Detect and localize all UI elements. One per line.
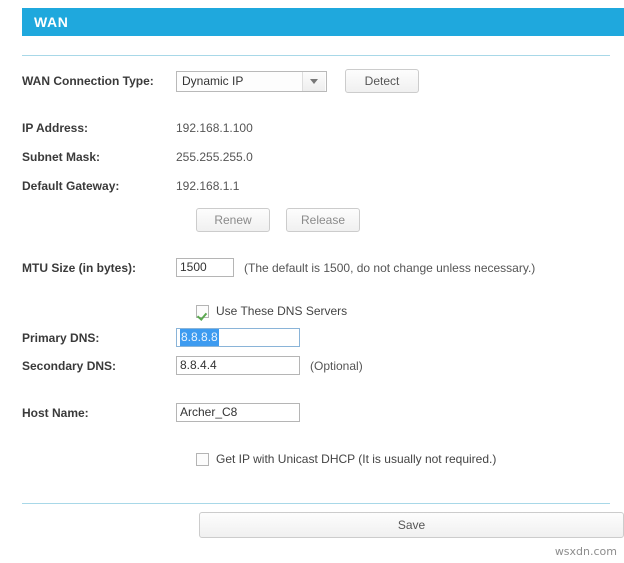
save-button[interactable]: Save xyxy=(199,512,624,538)
row-default-gateway: Default Gateway: 192.168.1.1 xyxy=(0,175,624,196)
wan-settings-page: WAN WAN Connection Type: Dynamic IP Dete… xyxy=(0,0,624,563)
page-header-bar: WAN xyxy=(22,8,624,36)
primary-dns-value: 8.8.8.8 xyxy=(180,329,219,346)
secondary-dns-label: Secondary DNS: xyxy=(22,358,117,373)
release-button[interactable]: Release xyxy=(286,208,360,232)
secondary-dns-input[interactable]: 8.8.4.4 xyxy=(176,356,300,375)
row-dhcp-actions: Renew Release xyxy=(0,208,624,232)
ip-address-value: 192.168.1.100 xyxy=(176,120,253,135)
default-gateway-label: Default Gateway: xyxy=(22,178,120,193)
wan-form: WAN Connection Type: Dynamic IP Detect I… xyxy=(0,56,624,466)
wan-connection-type-value: Dynamic IP xyxy=(182,74,244,88)
footer-divider xyxy=(22,503,610,504)
unicast-dhcp-checkbox[interactable] xyxy=(196,452,209,466)
mtu-size-note: (The default is 1500, do not change unle… xyxy=(244,260,536,275)
host-name-label: Host Name: xyxy=(22,405,89,420)
detect-button[interactable]: Detect xyxy=(345,69,419,93)
row-host-name: Host Name: Archer_C8 xyxy=(0,402,624,423)
row-use-dns-servers[interactable]: Use These DNS Servers xyxy=(0,304,624,318)
use-dns-servers-checkbox[interactable] xyxy=(196,304,209,318)
mtu-size-label: MTU Size (in bytes): xyxy=(22,260,137,275)
row-mtu-size: MTU Size (in bytes): 1500 (The default i… xyxy=(0,257,624,278)
subnet-mask-value: 255.255.255.0 xyxy=(176,149,253,164)
mtu-size-input[interactable]: 1500 xyxy=(176,258,234,277)
use-dns-servers-label: Use These DNS Servers xyxy=(216,304,348,318)
row-wan-connection-type: WAN Connection Type: Dynamic IP Detect xyxy=(0,69,624,93)
watermark: wsxdn.com xyxy=(554,545,617,558)
page-title: WAN xyxy=(34,14,69,30)
unicast-dhcp-label: Get IP with Unicast DHCP (It is usually … xyxy=(216,452,497,466)
row-unicast-dhcp[interactable]: Get IP with Unicast DHCP (It is usually … xyxy=(0,452,624,466)
row-ip-address: IP Address: 192.168.1.100 xyxy=(0,117,624,138)
row-subnet-mask: Subnet Mask: 255.255.255.0 xyxy=(0,146,624,167)
wan-connection-type-label: WAN Connection Type: xyxy=(22,74,154,88)
subnet-mask-label: Subnet Mask: xyxy=(22,149,101,164)
host-name-input[interactable]: Archer_C8 xyxy=(176,403,300,422)
secondary-dns-note: (Optional) xyxy=(310,358,363,373)
row-secondary-dns: Secondary DNS: 8.8.4.4 (Optional) xyxy=(0,355,624,376)
primary-dns-input[interactable]: 8.8.8.8 xyxy=(176,328,300,347)
primary-dns-label: Primary DNS: xyxy=(22,330,100,345)
default-gateway-value: 192.168.1.1 xyxy=(176,178,240,193)
save-area: Save xyxy=(0,512,624,538)
chevron-down-icon[interactable] xyxy=(302,71,325,91)
ip-address-label: IP Address: xyxy=(22,120,89,135)
wan-connection-type-select[interactable]: Dynamic IP xyxy=(176,70,327,92)
row-primary-dns: Primary DNS: 8.8.8.8 xyxy=(0,327,624,348)
renew-button[interactable]: Renew xyxy=(196,208,270,232)
